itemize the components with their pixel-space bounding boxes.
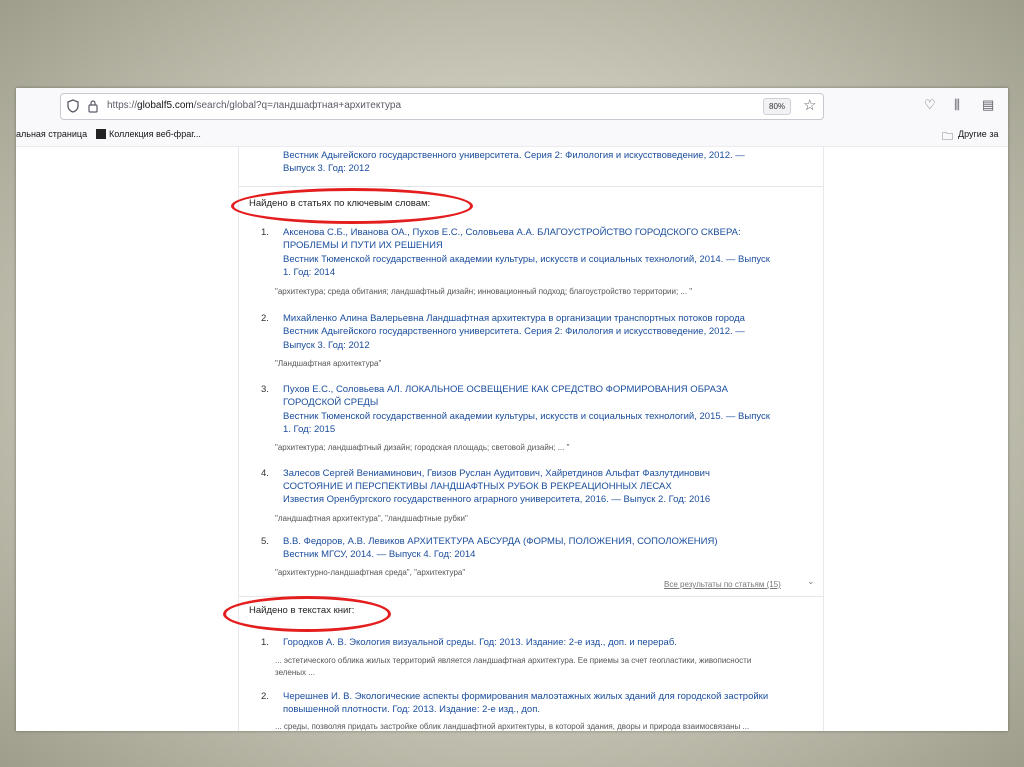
article-source[interactable]: Вестник Адыгейского государственного уни…: [283, 326, 745, 337]
book-title[interactable]: Черешнев И. В. Экологические аспекты фор…: [283, 691, 768, 702]
browser-window: https://globalf5.com/search/global?q=лан…: [16, 88, 1008, 731]
url-path: /search/global?q=ландшафтная+архитектура: [193, 100, 402, 111]
url-prefix: https://: [107, 100, 138, 111]
result-number: 5.: [261, 536, 269, 547]
result-number: 2.: [261, 691, 269, 702]
bookmark-web-slice-gallery[interactable]: Коллекция веб-фраг...: [96, 129, 201, 139]
section-divider: [239, 596, 823, 597]
article-keywords: "Ландшафтная архитектура": [275, 359, 382, 368]
article-source[interactable]: 1. Год: 2014: [283, 267, 335, 278]
article-title[interactable]: В.В. Федоров, А.В. Левиков АРХИТЕКТУРА А…: [283, 536, 718, 547]
article-source[interactable]: Вестник Тюменской государственной академ…: [283, 254, 770, 265]
top-result-year[interactable]: Выпуск 3. Год: 2012: [283, 163, 370, 174]
result-number: 3.: [261, 384, 269, 395]
library-icon[interactable]: ⫼: [954, 97, 960, 113]
article-title[interactable]: Михайленко Алина Валерьевна Ландшафтная …: [283, 313, 745, 324]
book-title[interactable]: Городков А. В. Экология визуальной среды…: [283, 637, 677, 648]
article-source[interactable]: 1. Год: 2015: [283, 424, 335, 435]
search-results: Вестник Адыгейского государственного уни…: [223, 146, 824, 731]
article-title[interactable]: СОСТОЯНИЕ И ПЕРСПЕКТИВЫ ЛАНДШАФТНЫХ РУБО…: [283, 481, 672, 492]
folder-icon[interactable]: 🗀: [942, 128, 953, 147]
article-keywords: "архитектура; ландшафтный дизайн; городс…: [275, 443, 570, 452]
url-host: globalf5.com: [137, 100, 194, 111]
bookmark-label: Коллекция веб-фраг...: [109, 129, 201, 139]
article-title[interactable]: ГОРОДСКОЙ СРЕДЫ: [283, 397, 378, 408]
article-title[interactable]: Пухов Е.С., Соловьева АЛ. ЛОКАЛЬНОЕ ОСВЕ…: [283, 384, 728, 395]
result-number: 1.: [261, 637, 269, 648]
article-source[interactable]: Вестник МГСУ, 2014. — Выпуск 4. Год: 201…: [283, 549, 475, 560]
article-title[interactable]: Аксенова С.Б., Иванова ОА., Пухов Е.С., …: [283, 227, 741, 238]
shield-icon[interactable]: [67, 99, 79, 113]
address-bar[interactable]: https://globalf5.com/search/global?q=лан…: [60, 93, 824, 120]
other-bookmarks[interactable]: Другие за: [958, 129, 998, 139]
article-keywords: "архитектурно-ландшафтная среда", "архит…: [275, 568, 466, 577]
article-source[interactable]: Выпуск 3. Год: 2012: [283, 340, 370, 351]
book-snippet: зеленых ...: [275, 668, 315, 677]
book-snippet: ... эстетического облика жилых территори…: [275, 656, 752, 665]
article-title[interactable]: Залесов Сергей Вениаминович, Гвизов Русл…: [283, 468, 710, 479]
result-number: 4.: [261, 468, 269, 479]
book-snippet: ... среды, позволяя придать застройке об…: [275, 722, 750, 731]
star-icon[interactable]: ☆: [803, 97, 816, 114]
browser-toolbar: https://globalf5.com/search/global?q=лан…: [16, 88, 1008, 125]
zoom-level-badge[interactable]: 80%: [763, 98, 792, 115]
bookmarks-bar: альная страница Коллекция веб-фраг... 🗀 …: [16, 124, 1008, 147]
top-result-source[interactable]: Вестник Адыгейского государственного уни…: [283, 150, 745, 161]
lock-icon[interactable]: [87, 99, 99, 113]
article-source[interactable]: Вестник Тюменской государственной академ…: [283, 411, 770, 422]
all-articles-link[interactable]: Все результаты по статьям (15): [664, 580, 781, 589]
article-source[interactable]: Известия Оренбургского государственного …: [283, 494, 710, 505]
web-slice-icon: [96, 129, 106, 139]
url-text[interactable]: https://globalf5.com/search/global?q=лан…: [107, 100, 401, 111]
article-title[interactable]: ПРОБЛЕМЫ И ПУТИ ИХ РЕШЕНИЯ: [283, 240, 443, 251]
result-number: 1.: [261, 227, 269, 238]
book-title[interactable]: повышенной плотности. Год: 2013. Издание…: [283, 704, 540, 715]
pocket-icon[interactable]: ♡: [924, 97, 936, 113]
result-number: 2.: [261, 313, 269, 324]
bookmark-home-page[interactable]: альная страница: [16, 129, 87, 139]
sidebar-icon[interactable]: ▤: [982, 97, 994, 113]
books-section-heading: Найдено в текстах книг:: [249, 605, 355, 616]
articles-section-heading: Найдено в статьях по ключевым словам:: [249, 198, 431, 209]
chevron-down-icon[interactable]: ⌄: [807, 576, 815, 587]
section-divider: [239, 186, 823, 187]
article-keywords: "ландшафтная архитектура", "ландшафтные …: [275, 514, 468, 523]
article-keywords: "архитектура; среда обитания; ландшафтны…: [275, 287, 693, 296]
